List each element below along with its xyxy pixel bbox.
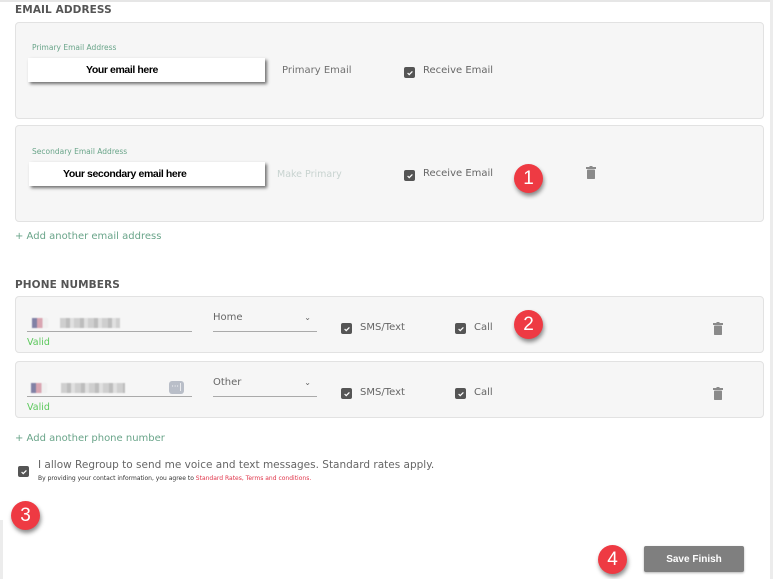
trash-icon[interactable] [713,322,723,335]
check-icon [343,326,350,331]
annotation-badge-2: 2 [514,310,543,339]
chevron-down-icon: ⌄ [304,313,311,322]
consent-text: I allow Regroup to send me voice and tex… [38,459,435,471]
phone-number-redacted [60,318,120,328]
phone-type-value: Home [213,312,243,323]
check-icon [457,326,464,331]
annotation-badge-1: 1 [514,164,543,193]
primary-email-label: Primary Email Address [32,43,117,52]
secondary-email-card: Secondary Email Address Your secondary e… [15,125,764,222]
consent-subtext-prefix: By providing your contact information, y… [38,475,196,482]
annotation-badge-3: 3 [11,501,40,530]
secondary-email-label: Secondary Email Address [32,147,128,156]
phone-card-1: Valid Home ⌄ SMS/Text Call [15,296,764,353]
annotation-badge-4: 4 [598,545,627,574]
phone-number-redacted [61,383,125,393]
save-finish-button[interactable]: Save Finish [644,546,744,572]
add-phone-link[interactable]: + Add another phone number [15,433,165,444]
check-icon [406,173,413,178]
phone-input-1[interactable] [27,312,192,332]
call-label-2: Call [474,387,493,398]
phone-type-value: Other [213,377,242,388]
sms-label-2: SMS/Text [360,387,405,398]
sms-checkbox-2[interactable] [341,388,352,399]
call-label-1: Call [474,322,493,333]
us-flag-icon [31,383,47,393]
primary-email-input[interactable]: Your email here [28,58,265,82]
primary-email-status: Primary Email [282,65,352,76]
make-primary-button[interactable]: Make Primary [277,169,342,180]
chevron-down-icon: ⌄ [304,378,311,387]
consent-checkbox[interactable] [18,466,29,477]
call-checkbox-2[interactable] [455,388,466,399]
secondary-receive-email-checkbox[interactable] [404,170,415,181]
phone-type-select-2[interactable]: Other ⌄ [213,377,317,397]
us-flag-icon [32,318,48,328]
primary-receive-email-label: Receive Email [423,65,494,76]
secondary-email-input[interactable]: Your secondary email here [29,162,265,186]
left-border [0,520,3,579]
phone-section-title: PHONE NUMBERS [15,279,120,291]
email-section-title: EMAIL ADDRESS [15,4,112,16]
check-icon [343,391,350,396]
sms-checkbox-1[interactable] [341,323,352,334]
trash-icon[interactable] [713,387,723,400]
sms-label-1: SMS/Text [360,322,405,333]
terms-link[interactable]: Standard Rates, Terms and conditions. [196,475,311,482]
phone-input-2[interactable]: ···| [27,377,192,397]
primary-receive-email-checkbox[interactable] [404,67,415,78]
consent-subtext: By providing your contact information, y… [38,475,311,482]
trash-icon[interactable] [586,166,596,179]
phone-card-2: ···| Valid Other ⌄ SMS/Text Call [15,361,764,418]
check-icon [406,70,413,75]
call-checkbox-1[interactable] [455,323,466,334]
top-border [0,0,773,2]
primary-email-card: Primary Email Address Your email here Pr… [15,22,764,119]
check-icon [20,469,27,474]
phone-type-select-1[interactable]: Home ⌄ [213,312,317,332]
phone-valid-status-1: Valid [27,337,50,348]
phone-valid-status-2: Valid [27,402,50,413]
add-email-link[interactable]: + Add another email address [15,231,161,242]
secondary-receive-email-label: Receive Email [423,168,494,179]
check-icon [457,391,464,396]
extension-icon[interactable]: ···| [169,381,184,394]
